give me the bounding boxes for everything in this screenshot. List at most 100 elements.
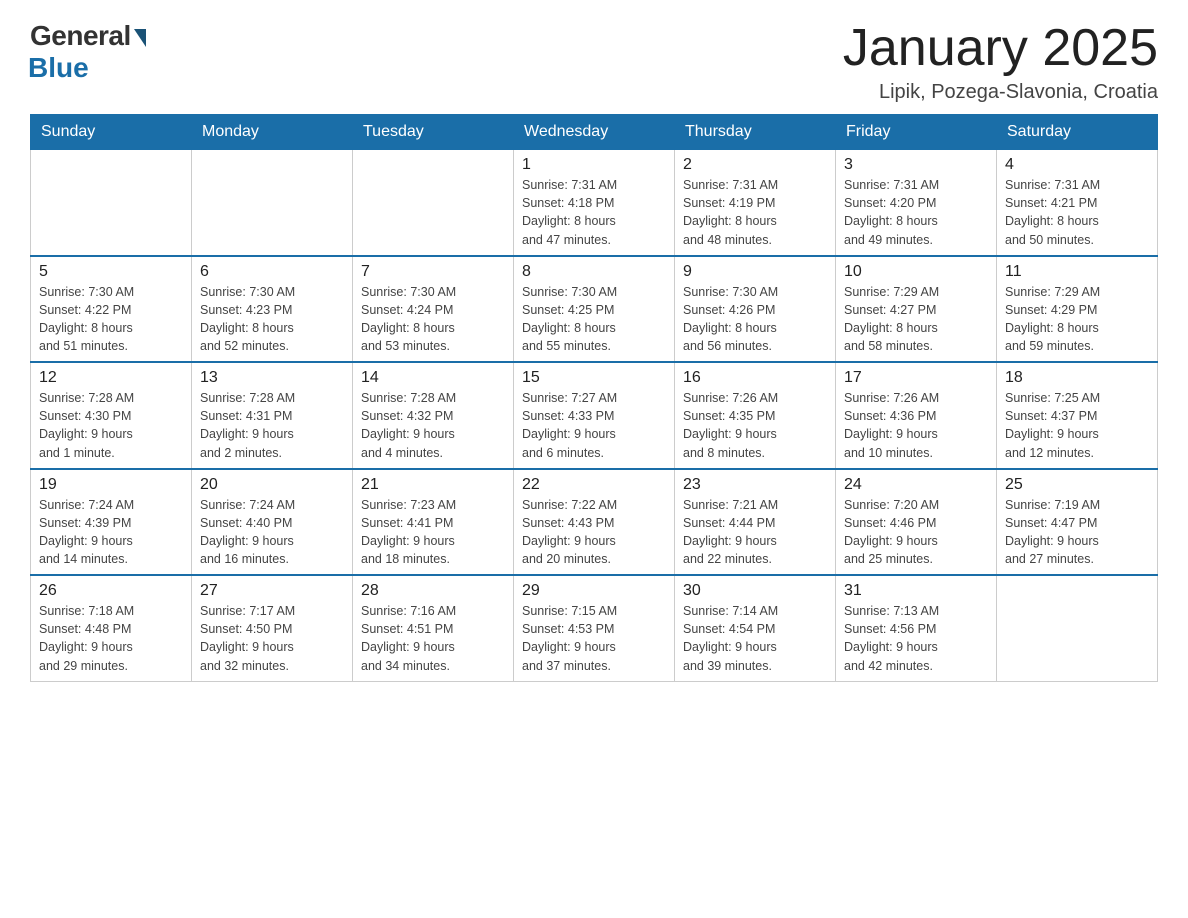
day-number: 2 (683, 156, 827, 174)
day-info: Sunrise: 7:24 AM Sunset: 4:40 PM Dayligh… (200, 496, 344, 569)
table-row: 23 Sunrise: 7:21 AM Sunset: 4:44 PM Dayli… (675, 469, 836, 576)
day-number: 3 (844, 156, 988, 174)
table-row: 3Sunrise: 7:31 AM Sunset: 4:20 PM Daylig… (836, 150, 997, 256)
calendar-table: Sunday Monday Tuesday Wednesday Thursday… (30, 114, 1158, 682)
day-number: 18 (1005, 369, 1149, 387)
day-info: Sunrise: 7:31 AM Sunset: 4:21 PM Dayligh… (1005, 176, 1149, 249)
table-row: 2 Sunrise: 7:31 AM Sunset: 4:19 PM Daylig… (675, 150, 836, 256)
table-row: 20 Sunrise: 7:24 AM Sunset: 4:40 PM Dayli… (192, 469, 353, 576)
title-area: January 2025 Lipik, Pozega-Slavonia, Cro… (843, 20, 1158, 104)
day-number: 19 (39, 476, 183, 494)
day-info: Sunrise: 7:24 AM Sunset: 4:39 PM Dayligh… (39, 496, 183, 569)
day-number: 14 (361, 369, 505, 387)
day-info: Sunrise: 7:16 AM Sunset: 4:51 PM Dayligh… (361, 602, 505, 675)
day-number: 4 (1005, 156, 1149, 174)
location-subtitle: Lipik, Pozega-Slavonia, Croatia (843, 81, 1158, 104)
day-number: 17 (844, 369, 988, 387)
day-number: 15 (522, 369, 666, 387)
table-row: 11 Sunrise: 7:29 AM Sunset: 4:29 PM Dayli… (997, 256, 1158, 363)
table-row: 24 Sunrise: 7:20 AM Sunset: 4:46 PM Dayli… (836, 469, 997, 576)
day-number: 10 (844, 263, 988, 281)
calendar-week-row: 5Sunrise: 7:30 AM Sunset: 4:22 PM Daylig… (31, 256, 1158, 363)
day-number: 23 (683, 476, 827, 494)
day-number: 20 (200, 476, 344, 494)
col-wednesday: Wednesday (514, 115, 675, 150)
day-info: Sunrise: 7:15 AM Sunset: 4:53 PM Dayligh… (522, 602, 666, 675)
day-info: Sunrise: 7:28 AM Sunset: 4:31 PM Dayligh… (200, 389, 344, 462)
day-number: 24 (844, 476, 988, 494)
day-info: Sunrise: 7:13 AM Sunset: 4:56 PM Dayligh… (844, 602, 988, 675)
day-info: Sunrise: 7:17 AM Sunset: 4:50 PM Dayligh… (200, 602, 344, 675)
table-row (31, 150, 192, 256)
calendar-week-row: 1Sunrise: 7:31 AM Sunset: 4:18 PM Daylig… (31, 150, 1158, 256)
calendar-header-row: Sunday Monday Tuesday Wednesday Thursday… (31, 115, 1158, 150)
day-info: Sunrise: 7:31 AM Sunset: 4:19 PM Dayligh… (683, 176, 827, 249)
day-info: Sunrise: 7:26 AM Sunset: 4:36 PM Dayligh… (844, 389, 988, 462)
day-info: Sunrise: 7:27 AM Sunset: 4:33 PM Dayligh… (522, 389, 666, 462)
logo-general-text: General (30, 20, 131, 52)
day-number: 25 (1005, 476, 1149, 494)
day-number: 22 (522, 476, 666, 494)
day-number: 6 (200, 263, 344, 281)
table-row: 31 Sunrise: 7:13 AM Sunset: 4:56 PM Dayli… (836, 575, 997, 681)
day-number: 7 (361, 263, 505, 281)
day-info: Sunrise: 7:30 AM Sunset: 4:25 PM Dayligh… (522, 283, 666, 356)
col-tuesday: Tuesday (353, 115, 514, 150)
table-row: 25 Sunrise: 7:19 AM Sunset: 4:47 PM Dayli… (997, 469, 1158, 576)
table-row: 8 Sunrise: 7:30 AM Sunset: 4:25 PM Daylig… (514, 256, 675, 363)
day-number: 26 (39, 582, 183, 600)
day-number: 28 (361, 582, 505, 600)
table-row: 5Sunrise: 7:30 AM Sunset: 4:22 PM Daylig… (31, 256, 192, 363)
day-info: Sunrise: 7:14 AM Sunset: 4:54 PM Dayligh… (683, 602, 827, 675)
day-number: 29 (522, 582, 666, 600)
table-row: 26 Sunrise: 7:18 AM Sunset: 4:48 PM Dayli… (31, 575, 192, 681)
day-info: Sunrise: 7:30 AM Sunset: 4:24 PM Dayligh… (361, 283, 505, 356)
day-number: 27 (200, 582, 344, 600)
day-number: 31 (844, 582, 988, 600)
table-row: 12Sunrise: 7:28 AM Sunset: 4:30 PM Dayli… (31, 362, 192, 469)
table-row: 21Sunrise: 7:23 AM Sunset: 4:41 PM Dayli… (353, 469, 514, 576)
table-row: 7 Sunrise: 7:30 AM Sunset: 4:24 PM Daylig… (353, 256, 514, 363)
table-row: 29 Sunrise: 7:15 AM Sunset: 4:53 PM Dayli… (514, 575, 675, 681)
table-row: 16Sunrise: 7:26 AM Sunset: 4:35 PM Dayli… (675, 362, 836, 469)
day-number: 30 (683, 582, 827, 600)
logo-blue-text: Blue (28, 52, 89, 84)
calendar-week-row: 19 Sunrise: 7:24 AM Sunset: 4:39 PM Dayli… (31, 469, 1158, 576)
day-info: Sunrise: 7:28 AM Sunset: 4:30 PM Dayligh… (39, 389, 183, 462)
table-row: 28 Sunrise: 7:16 AM Sunset: 4:51 PM Dayli… (353, 575, 514, 681)
page-header: General Blue January 2025 Lipik, Pozega-… (30, 20, 1158, 104)
table-row (997, 575, 1158, 681)
day-info: Sunrise: 7:19 AM Sunset: 4:47 PM Dayligh… (1005, 496, 1149, 569)
day-info: Sunrise: 7:22 AM Sunset: 4:43 PM Dayligh… (522, 496, 666, 569)
col-sunday: Sunday (31, 115, 192, 150)
day-info: Sunrise: 7:26 AM Sunset: 4:35 PM Dayligh… (683, 389, 827, 462)
day-number: 8 (522, 263, 666, 281)
col-thursday: Thursday (675, 115, 836, 150)
day-info: Sunrise: 7:30 AM Sunset: 4:23 PM Dayligh… (200, 283, 344, 356)
table-row: 30 Sunrise: 7:14 AM Sunset: 4:54 PM Dayli… (675, 575, 836, 681)
col-friday: Friday (836, 115, 997, 150)
day-number: 11 (1005, 263, 1149, 281)
table-row: 9Sunrise: 7:30 AM Sunset: 4:26 PM Daylig… (675, 256, 836, 363)
day-number: 9 (683, 263, 827, 281)
day-info: Sunrise: 7:25 AM Sunset: 4:37 PM Dayligh… (1005, 389, 1149, 462)
table-row: 18 Sunrise: 7:25 AM Sunset: 4:37 PM Dayli… (997, 362, 1158, 469)
table-row: 27 Sunrise: 7:17 AM Sunset: 4:50 PM Dayli… (192, 575, 353, 681)
day-number: 5 (39, 263, 183, 281)
col-monday: Monday (192, 115, 353, 150)
table-row: 22 Sunrise: 7:22 AM Sunset: 4:43 PM Dayli… (514, 469, 675, 576)
calendar-week-row: 12Sunrise: 7:28 AM Sunset: 4:30 PM Dayli… (31, 362, 1158, 469)
day-info: Sunrise: 7:20 AM Sunset: 4:46 PM Dayligh… (844, 496, 988, 569)
table-row: 13Sunrise: 7:28 AM Sunset: 4:31 PM Dayli… (192, 362, 353, 469)
table-row (353, 150, 514, 256)
day-info: Sunrise: 7:29 AM Sunset: 4:27 PM Dayligh… (844, 283, 988, 356)
day-info: Sunrise: 7:29 AM Sunset: 4:29 PM Dayligh… (1005, 283, 1149, 356)
day-number: 21 (361, 476, 505, 494)
table-row: 10 Sunrise: 7:29 AM Sunset: 4:27 PM Dayli… (836, 256, 997, 363)
day-info: Sunrise: 7:18 AM Sunset: 4:48 PM Dayligh… (39, 602, 183, 675)
month-year-title: January 2025 (843, 20, 1158, 77)
day-info: Sunrise: 7:31 AM Sunset: 4:18 PM Dayligh… (522, 176, 666, 249)
day-info: Sunrise: 7:28 AM Sunset: 4:32 PM Dayligh… (361, 389, 505, 462)
table-row: 4 Sunrise: 7:31 AM Sunset: 4:21 PM Daylig… (997, 150, 1158, 256)
day-info: Sunrise: 7:21 AM Sunset: 4:44 PM Dayligh… (683, 496, 827, 569)
